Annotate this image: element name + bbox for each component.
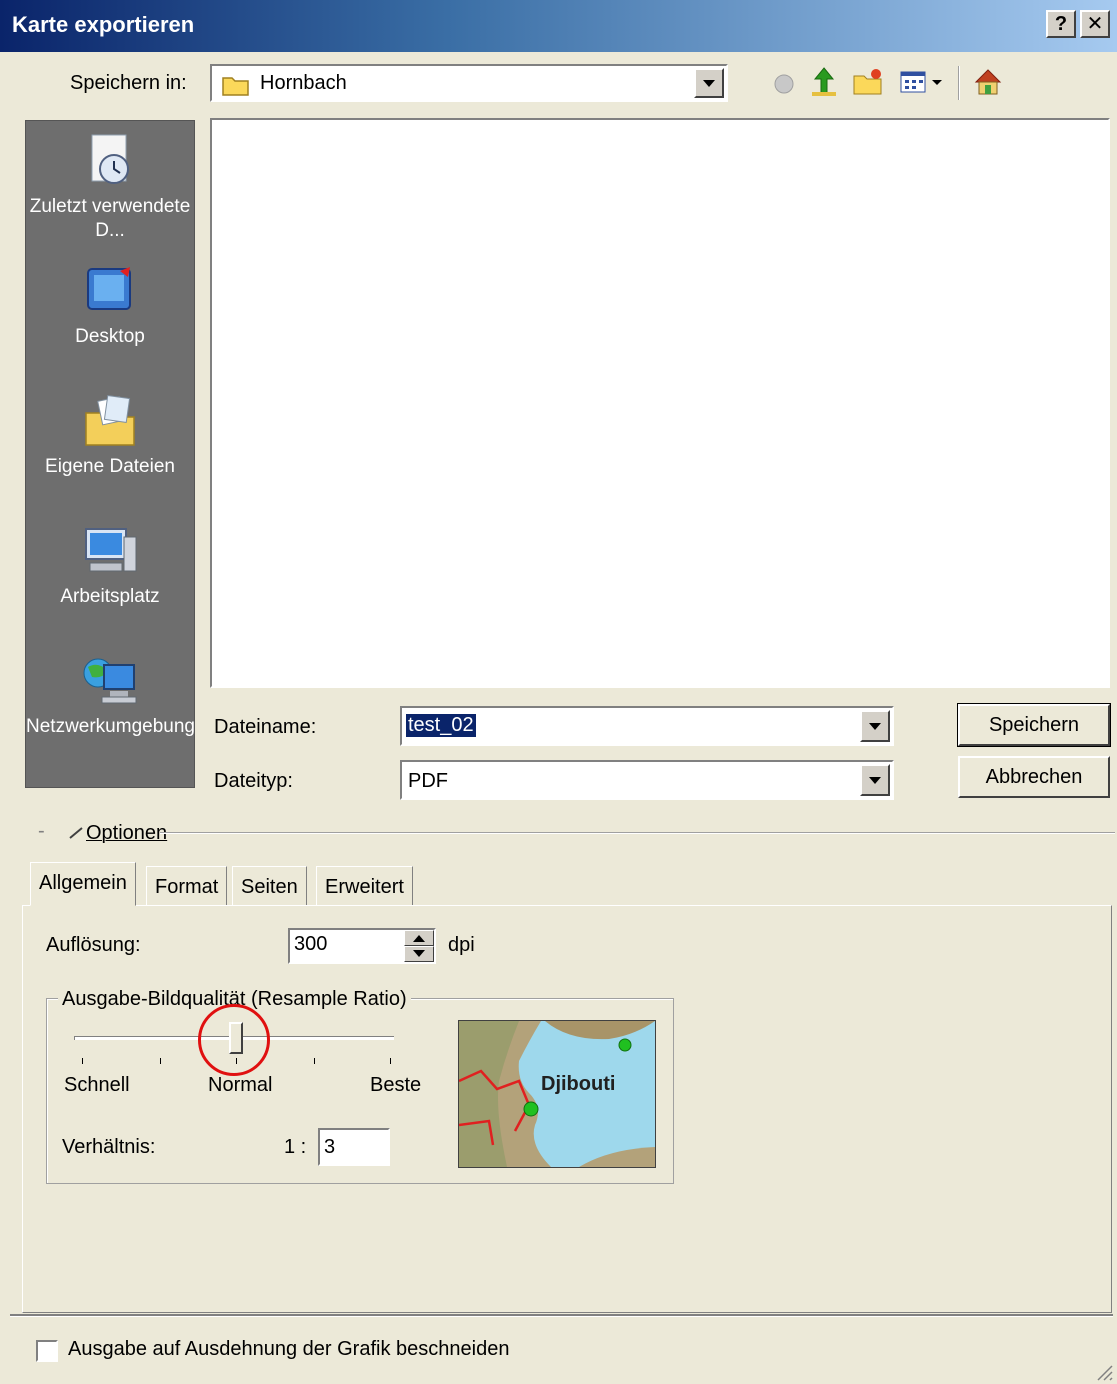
slider-tick xyxy=(390,1058,391,1064)
tab-allgemein[interactable]: Allgemein xyxy=(30,862,136,906)
resolution-unit: dpi xyxy=(448,934,475,956)
my-documents-icon xyxy=(85,395,135,446)
resolution-spinner[interactable]: 300 xyxy=(288,928,436,964)
window-title: Karte exportieren xyxy=(12,12,195,37)
resolution-down-button[interactable] xyxy=(404,946,434,962)
look-in-dropdown-button[interactable] xyxy=(694,68,724,98)
ratio-value[interactable]: 3 xyxy=(324,1136,335,1159)
folder-icon xyxy=(222,77,249,96)
place-desktop-label: Desktop xyxy=(75,326,145,347)
slider-tick xyxy=(82,1058,83,1064)
save-button[interactable]: Speichern xyxy=(957,703,1111,747)
home-icon[interactable] xyxy=(972,66,1004,98)
cancel-button[interactable]: Abbrechen xyxy=(958,756,1110,798)
options-dash: - xyxy=(38,820,45,842)
ratio-prefix: 1 : xyxy=(284,1136,307,1158)
file-list[interactable] xyxy=(210,118,1110,688)
file-type-combo[interactable]: PDF xyxy=(400,760,894,800)
tab-erweitert[interactable]: Erweitert xyxy=(316,866,413,906)
look-in-value: Hornbach xyxy=(260,72,347,94)
options-toggle[interactable]: Optionen xyxy=(86,822,167,845)
bottom-divider xyxy=(10,1314,1113,1317)
help-button[interactable]: ? xyxy=(1046,10,1076,38)
slider-label-best: Beste xyxy=(370,1074,422,1096)
up-folder-icon[interactable] xyxy=(808,66,840,98)
tab-format[interactable]: Format xyxy=(146,866,228,906)
file-name-combo[interactable]: test_02 xyxy=(400,706,894,746)
resize-grip-icon[interactable] xyxy=(1094,1362,1114,1382)
place-recent-label: Zuletzt verwendete D... xyxy=(29,196,191,241)
slider-tick xyxy=(314,1058,315,1064)
options-divider xyxy=(160,832,1115,834)
place-recent[interactable]: Zuletzt verwendete D... xyxy=(26,131,194,243)
look-in-combo[interactable]: Hornbach xyxy=(210,64,728,102)
slider-tick xyxy=(160,1058,161,1064)
network-icon xyxy=(83,658,137,704)
file-type-value: PDF xyxy=(408,770,448,792)
resolution-value[interactable]: 300 xyxy=(294,933,327,956)
ratio-label: Verhältnis: xyxy=(62,1136,156,1158)
recent-documents-icon xyxy=(91,134,129,184)
back-icon[interactable] xyxy=(768,66,800,98)
place-desktop[interactable]: Desktop xyxy=(26,261,194,349)
file-name-value[interactable]: test_02 xyxy=(406,714,476,737)
resolution-label: Auflösung: xyxy=(46,934,141,956)
file-name-label: Dateiname: xyxy=(214,716,317,738)
my-computer-icon xyxy=(85,528,137,572)
quality-preview-map: Djibouti xyxy=(458,1020,656,1168)
map-city-label: Djibouti xyxy=(541,1073,616,1095)
arrow-down-icon xyxy=(413,950,425,957)
file-name-dropdown-button[interactable] xyxy=(860,710,890,742)
place-my-computer-label: Arbeitsplatz xyxy=(60,586,160,607)
slider-label-normal: Normal xyxy=(208,1074,273,1096)
slider-label-fast: Schnell xyxy=(64,1074,130,1096)
place-my-computer[interactable]: Arbeitsplatz xyxy=(26,521,194,609)
place-my-documents-label: Eigene Dateien xyxy=(45,456,175,477)
arrow-up-icon xyxy=(413,935,425,942)
ratio-input[interactable]: 3 xyxy=(318,1128,390,1166)
place-network[interactable]: Netzwerkumgebung xyxy=(26,651,195,739)
resolution-up-button[interactable] xyxy=(404,930,434,946)
annotation-circle xyxy=(198,1004,270,1076)
close-button[interactable]: ✕ xyxy=(1080,10,1110,38)
tab-seiten[interactable]: Seiten xyxy=(232,866,307,906)
toolbar-separator xyxy=(958,66,960,100)
place-my-documents[interactable]: Eigene Dateien xyxy=(26,391,194,479)
file-type-dropdown-button[interactable] xyxy=(860,764,890,796)
file-type-label: Dateityp: xyxy=(214,770,293,792)
place-network-label: Netzwerkumgebung xyxy=(26,716,195,737)
pencil-icon xyxy=(69,827,83,839)
new-folder-icon[interactable] xyxy=(852,66,884,98)
desktop-icon xyxy=(87,267,131,310)
title-bar: Karte exportieren ? ✕ xyxy=(0,0,1117,52)
clip-output-checkbox[interactable] xyxy=(36,1340,58,1362)
places-bar: Zuletzt verwendete D... Desktop Eigene D… xyxy=(25,120,195,788)
look-in-label: Speichern in: xyxy=(70,72,187,94)
view-menu-icon[interactable] xyxy=(898,66,946,98)
clip-output-label[interactable]: Ausgabe auf Ausdehnung der Grafik beschn… xyxy=(68,1338,509,1361)
